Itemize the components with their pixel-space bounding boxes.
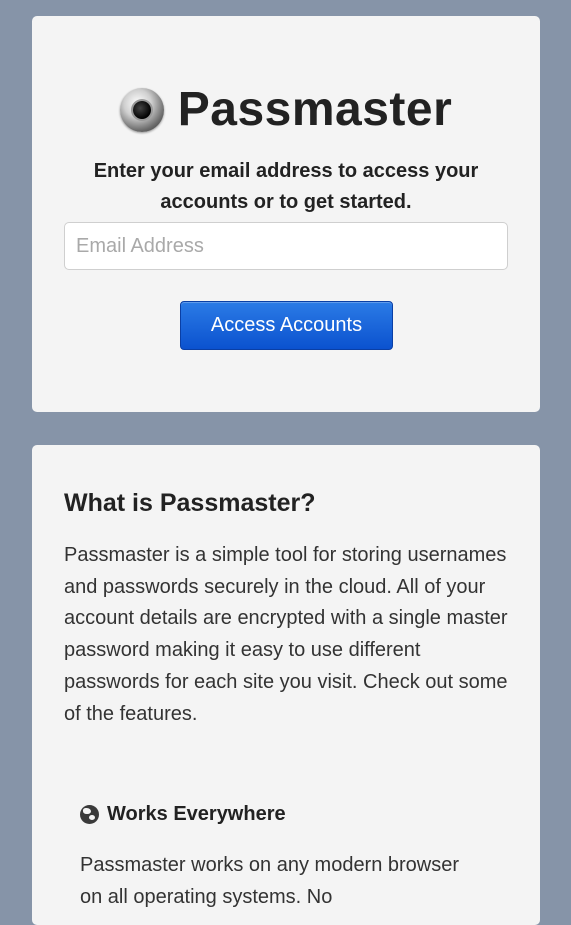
brand-name: Passmaster: [177, 83, 453, 136]
feature-heading: Works Everywhere: [80, 803, 286, 826]
feature-description: Passmaster works on any modern browser o…: [80, 854, 460, 908]
info-title: What is Passmaster?: [64, 489, 316, 517]
login-subtitle: Enter your email address to access your …: [93, 160, 479, 213]
brand: Passmaster: [32, 82, 540, 137]
passmaster-logo-icon: [119, 87, 164, 132]
login-card: Passmaster Enter your email address to a…: [32, 16, 540, 412]
info-card: What is Passmaster? Passmaster is a simp…: [32, 445, 540, 925]
access-accounts-button[interactable]: Access Accounts: [180, 301, 393, 350]
globe-icon: [80, 805, 99, 824]
email-field[interactable]: [64, 222, 508, 270]
feature-title: Works Everywhere: [107, 803, 286, 825]
info-description: Passmaster is a simple tool for storing …: [64, 544, 508, 725]
